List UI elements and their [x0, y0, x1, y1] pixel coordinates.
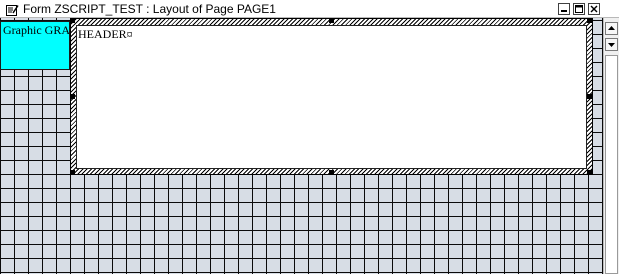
- layout-editor-window: Form ZSCRIPT_TEST : Layout of Page PAGE1…: [0, 0, 619, 274]
- header-window[interactable]: HEADER¤: [70, 18, 593, 175]
- arrow-up-icon: [608, 26, 615, 30]
- graphic-window[interactable]: Graphic GRAPHIC: [0, 21, 70, 70]
- resize-handle-left[interactable]: [70, 94, 75, 99]
- resize-handle-right[interactable]: [587, 94, 592, 99]
- edit-form-icon: [6, 3, 19, 16]
- arrow-down-icon: [608, 43, 615, 47]
- vertical-scrollbar[interactable]: [603, 18, 619, 274]
- graphic-window-label: Graphic GRAPHIC: [3, 23, 70, 37]
- window-title: Form ZSCRIPT_TEST : Layout of Page PAGE1: [23, 2, 276, 16]
- header-window-body[interactable]: HEADER¤: [76, 25, 587, 169]
- close-icon: [590, 5, 598, 13]
- page-layout-canvas[interactable]: Graphic GRAPHIC HEADER¤: [0, 18, 603, 274]
- scroll-up-button[interactable]: [605, 22, 618, 35]
- resize-handle-top-left[interactable]: [70, 18, 75, 23]
- resize-handle-bottom-left[interactable]: [70, 170, 75, 175]
- minimize-icon: [561, 10, 567, 12]
- title-bar[interactable]: Form ZSCRIPT_TEST : Layout of Page PAGE1: [0, 0, 619, 18]
- header-window-label: HEADER¤: [78, 27, 133, 41]
- maximize-button[interactable]: [573, 3, 585, 15]
- resize-handle-bottom[interactable]: [329, 170, 334, 175]
- maximize-icon: [575, 5, 583, 13]
- scroll-track[interactable]: [605, 55, 618, 274]
- close-button[interactable]: [588, 3, 600, 15]
- scroll-down-button[interactable]: [605, 38, 618, 51]
- minimize-button[interactable]: [558, 3, 570, 15]
- resize-handle-top-right[interactable]: [587, 18, 592, 23]
- resize-handle-bottom-right[interactable]: [587, 170, 592, 175]
- resize-handle-top[interactable]: [329, 18, 334, 23]
